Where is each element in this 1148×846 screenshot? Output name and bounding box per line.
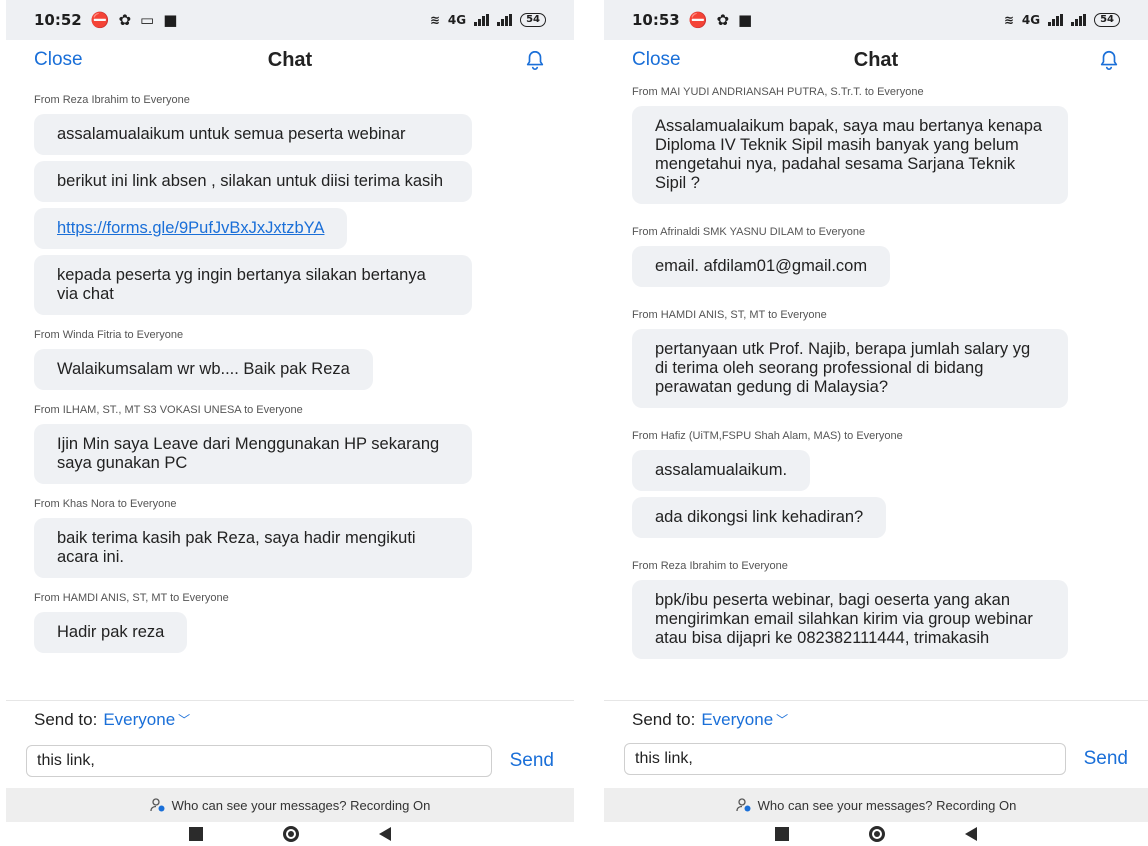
message-sender: From Afrinaldi SMK YASNU DILAM to Everyo… [632, 226, 866, 238]
close-button[interactable]: Close [632, 49, 681, 71]
battery-icon: 54 [1094, 13, 1120, 27]
do-not-disturb-icon: ⛔ [90, 11, 110, 29]
message-sender: From ILHAM, ST., MT S3 VOKASI UNESA to E… [34, 404, 303, 416]
visibility-text: Who can see your messages? Recording On [171, 797, 431, 813]
message-input-row: Send [604, 736, 1148, 782]
android-nav-bar [6, 822, 574, 846]
message-bubble: Assalamualaikum bapak, saya mau bertanya… [632, 106, 1068, 204]
status-bar: 10:53 ⛔ ✿ ■ ≋ 4G 54 [604, 0, 1148, 40]
message-bubble: baik terima kasih pak Reza, saya hadir m… [34, 518, 472, 578]
back-icon[interactable] [965, 827, 977, 841]
status-bar: 10:52 ⛔ ✿ ▭ ■ ≋ 4G 54 [6, 0, 574, 40]
message-bubble: Ijin Min saya Leave dari Menggunakan HP … [34, 424, 472, 484]
settings-icon: ✿ [716, 11, 730, 29]
message-input-row: Send [6, 738, 574, 784]
message-bubble: ada dikongsi link kehadiran? [632, 497, 887, 538]
settings-icon: ✿ [118, 11, 132, 29]
message-bubble: kepada peserta yg ingin bertanya silakan… [34, 255, 472, 315]
recent-apps-icon[interactable] [775, 827, 789, 841]
visibility-notice[interactable]: Who can see your messages? Recording On [604, 788, 1148, 822]
message-bubble: assalamualaikum untuk semua peserta webi… [34, 114, 472, 155]
left-phone-screen: 10:52 ⛔ ✿ ▭ ■ ≋ 4G 54 Close Chat From Re… [6, 0, 574, 846]
message-sender: From MAI YUDI ANDRIANSAH PUTRA, S.Tr.T. … [632, 86, 924, 98]
message-sender: From HAMDI ANIS, ST, MT to Everyone [34, 592, 229, 604]
message-bubble: Hadir pak reza [34, 612, 188, 653]
message-sender: From Hafiz (UiTM,FSPU Shah Alam, MAS) to… [632, 430, 903, 442]
send-to-dropdown[interactable]: Everyone [701, 710, 773, 730]
signal-icon-2 [1071, 14, 1087, 26]
message-bubble: berikut ini link absen , silakan untuk d… [34, 161, 472, 202]
home-icon[interactable] [283, 826, 299, 842]
chat-header: Close Chat [604, 40, 1148, 80]
chevron-down-icon[interactable]: ﹀ [178, 711, 190, 728]
message-bubble: assalamualaikum. [632, 450, 811, 491]
chat-header: Close Chat [6, 40, 574, 80]
cast-icon: ▭ [140, 11, 155, 29]
send-button[interactable]: Send [510, 750, 554, 772]
home-icon[interactable] [869, 826, 885, 842]
send-to-row: Send to: Everyone ﹀ [604, 700, 1148, 738]
recent-apps-icon[interactable] [189, 827, 203, 841]
message-sender: From Khas Nora to Everyone [34, 498, 177, 510]
message-bubble: bpk/ibu peserta webinar, bagi oeserta ya… [632, 580, 1068, 659]
wifi-icon: ≋ [429, 13, 440, 27]
wifi-icon: ≋ [1003, 13, 1014, 27]
network-type: 4G [447, 13, 467, 27]
signal-icon [1048, 14, 1064, 26]
signal-icon-2 [497, 14, 513, 26]
visibility-notice[interactable]: Who can see your messages? Recording On [6, 788, 574, 822]
video-icon: ■ [738, 11, 753, 29]
message-input[interactable] [624, 743, 1066, 775]
page-title: Chat [853, 48, 899, 71]
network-type: 4G [1021, 13, 1041, 27]
signal-icon [474, 14, 490, 26]
right-phone-screen: 10:53 ⛔ ✿ ■ ≋ 4G 54 Close Chat From MAI … [604, 0, 1148, 846]
message-link[interactable]: https://forms.gle/9PufJvBxJxJxtzbYA [34, 208, 348, 249]
do-not-disturb-icon: ⛔ [688, 11, 708, 29]
video-icon: ■ [163, 11, 178, 29]
page-title: Chat [267, 48, 313, 71]
person-icon [736, 798, 751, 812]
message-bubble: Walaikumsalam wr wb.... Baik pak Reza [34, 349, 373, 390]
person-icon [150, 798, 165, 812]
message-sender: From Winda Fitria to Everyone [34, 329, 184, 341]
send-to-row: Send to: Everyone ﹀ [6, 700, 574, 738]
message-bubble: email. afdilam01@gmail.com [632, 246, 891, 287]
message-bubble: pertanyaan utk Prof. Najib, berapa jumla… [632, 329, 1068, 408]
back-icon[interactable] [379, 827, 391, 841]
bell-icon[interactable] [1098, 49, 1120, 71]
status-time: 10:52 [34, 11, 82, 29]
message-sender: From Reza Ibrahim to Everyone [34, 94, 190, 106]
close-button[interactable]: Close [34, 49, 83, 71]
visibility-text: Who can see your messages? Recording On [757, 797, 1017, 813]
send-to-dropdown[interactable]: Everyone [103, 710, 175, 730]
send-button[interactable]: Send [1084, 748, 1128, 770]
android-nav-bar [604, 822, 1148, 846]
chat-message-list[interactable]: From Reza Ibrahim to Everyone assalamual… [6, 82, 574, 700]
send-to-label: Send to: [632, 709, 696, 729]
message-sender: From Reza Ibrahim to Everyone [632, 560, 788, 572]
send-to-label: Send to: [34, 709, 98, 729]
battery-icon: 54 [520, 13, 546, 27]
message-sender: From HAMDI ANIS, ST, MT to Everyone [632, 309, 827, 321]
chevron-down-icon[interactable]: ﹀ [776, 711, 788, 728]
status-time: 10:53 [632, 11, 680, 29]
chat-message-list[interactable]: From MAI YUDI ANDRIANSAH PUTRA, S.Tr.T. … [604, 84, 1148, 700]
bell-icon[interactable] [524, 49, 546, 71]
message-input[interactable] [26, 745, 492, 777]
